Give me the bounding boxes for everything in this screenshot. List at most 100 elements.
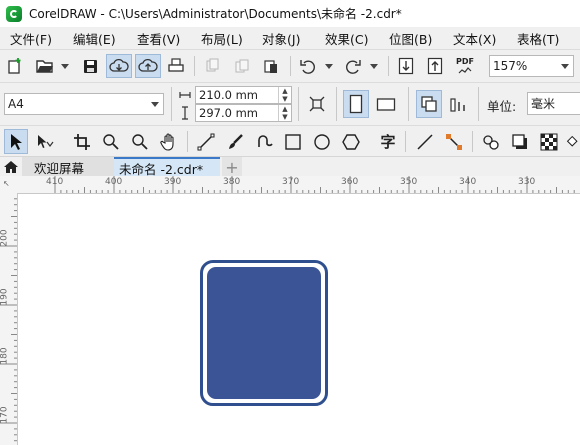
toolbox: 字: [0, 125, 580, 157]
drop-shadow-tool-icon[interactable]: [508, 130, 532, 153]
ruler-label: 170: [0, 406, 10, 424]
add-tab-button[interactable]: +: [222, 157, 242, 177]
cloud-upload-icon[interactable]: [135, 54, 161, 78]
title-bar: CorelDRAW - C:\Users\Administrator\Docum…: [0, 0, 580, 27]
open-dropdown-icon[interactable]: [61, 64, 69, 69]
zoom-level-combo[interactable]: 157%: [489, 55, 574, 77]
page-height-icon: [178, 105, 192, 121]
paste-icon[interactable]: [261, 56, 281, 76]
menu-edit[interactable]: 编辑(E): [73, 29, 116, 48]
export-icon[interactable]: [425, 56, 445, 76]
artistic-media-tool-icon[interactable]: [223, 130, 247, 153]
ruler-label: 360: [341, 177, 359, 187]
separator: [298, 87, 299, 121]
units-label: 单位:: [487, 99, 517, 114]
units-select[interactable]: 毫米: [527, 92, 580, 115]
ruler-label: 400: [105, 177, 123, 187]
zoom-tool-icon[interactable]: [99, 130, 123, 153]
pan-tool-icon[interactable]: [157, 130, 181, 153]
zoom-level-value: 157%: [493, 59, 528, 73]
separator: [171, 87, 172, 121]
ruler-label: 190: [0, 288, 10, 306]
new-document-icon[interactable]: [5, 56, 25, 76]
menu-layout[interactable]: 布局(L): [201, 29, 243, 48]
pen-tool-icon[interactable]: [252, 130, 276, 153]
ruler-label: 340: [459, 177, 477, 187]
width-spinner[interactable]: ▲ ▼: [278, 87, 291, 103]
tab-welcome-screen[interactable]: 欢迎屏幕: [22, 157, 114, 177]
all-pages-icon[interactable]: [416, 90, 442, 118]
redo-icon[interactable]: [342, 56, 364, 76]
menu-bitmaps[interactable]: 位图(B): [389, 29, 432, 48]
menu-file[interactable]: 文件(F): [10, 29, 52, 48]
page-width-field[interactable]: 210.0 mm ▲ ▼: [195, 86, 292, 104]
current-page-icon[interactable]: [446, 90, 472, 118]
import-icon[interactable]: [396, 56, 416, 76]
undo-icon[interactable]: [297, 56, 319, 76]
height-spinner[interactable]: ▲ ▼: [278, 105, 291, 121]
open-folder-icon[interactable]: [34, 56, 56, 76]
separator: [408, 87, 409, 121]
units-value: 毫米: [531, 97, 556, 111]
ruler-label: 380: [223, 177, 241, 187]
page-size-select[interactable]: A4: [4, 93, 164, 115]
page-height-value: 297.0 mm: [199, 106, 258, 120]
ellipse-tool-icon[interactable]: [310, 130, 334, 153]
separator: [405, 131, 406, 152]
fit-page-icon[interactable]: [306, 93, 328, 115]
save-icon[interactable]: [80, 56, 100, 76]
landscape-orientation-button[interactable]: [373, 90, 399, 118]
home-icon[interactable]: [0, 157, 22, 177]
connector-tool-icon[interactable]: [442, 130, 466, 153]
menu-table[interactable]: 表格(T): [517, 29, 559, 48]
parallel-dimension-tool-icon[interactable]: [413, 130, 437, 153]
ruler-corner[interactable]: ↖: [3, 179, 10, 188]
text-tool-icon[interactable]: 字: [376, 130, 400, 153]
tab-welcome-label: 欢迎屏幕: [34, 160, 85, 176]
polygon-tool-icon[interactable]: [339, 130, 363, 153]
pdf-label: PDF: [456, 57, 474, 66]
page-height-field[interactable]: 297.0 mm ▲ ▼: [195, 104, 292, 122]
pick-tool-icon[interactable]: [4, 129, 28, 154]
ruler-label: 330: [518, 177, 536, 187]
cut-icon[interactable]: [202, 56, 222, 76]
ruler-label: 390: [164, 177, 182, 187]
redo-dropdown-icon[interactable]: [370, 64, 378, 69]
separator: [388, 56, 389, 76]
blend-tool-icon[interactable]: [479, 130, 503, 153]
separator: [187, 131, 188, 152]
ruler-label: 350: [400, 177, 418, 187]
cloud-download-icon[interactable]: [106, 54, 132, 78]
chevron-down-icon[interactable]: [557, 56, 573, 76]
menu-text[interactable]: 文本(X): [453, 29, 496, 48]
transparency-tool-icon[interactable]: [537, 130, 561, 153]
print-icon[interactable]: [166, 56, 186, 76]
rounded-rectangle-fill[interactable]: [207, 267, 321, 399]
menu-effects[interactable]: 效果(C): [325, 29, 368, 48]
window-title: CorelDRAW - C:\Users\Administrator\Docum…: [29, 7, 402, 21]
ruler-label: 200: [0, 229, 10, 247]
standard-toolbar: PDF 157%: [0, 49, 580, 82]
tab-document[interactable]: 未命名 -2.cdr*: [114, 157, 220, 177]
menu-object[interactable]: 对象(J): [262, 29, 300, 48]
menu-view[interactable]: 查看(V): [137, 29, 180, 48]
vertical-ruler[interactable]: 200 190 180 170: [0, 193, 18, 445]
document-tab-bar: 欢迎屏幕 未命名 -2.cdr* +: [0, 156, 580, 177]
chevron-down-icon[interactable]: [147, 94, 163, 114]
rounded-rectangle-shape[interactable]: [200, 260, 328, 406]
fill-tool-icon[interactable]: [566, 130, 580, 153]
portrait-orientation-button[interactable]: [343, 90, 369, 118]
freehand-tool-icon[interactable]: [194, 130, 218, 153]
ruler-label: 370: [282, 177, 300, 187]
coreldraw-logo-icon: [6, 5, 22, 22]
horizontal-ruler[interactable]: ↖ 410 400 390 380 370 360 350 340 330: [0, 176, 580, 194]
crop-tool-icon[interactable]: [70, 130, 94, 153]
undo-dropdown-icon[interactable]: [325, 64, 333, 69]
publish-pdf-icon[interactable]: PDF: [453, 54, 477, 78]
tab-document-label: 未命名 -2.cdr*: [119, 161, 204, 177]
rectangle-tool-icon[interactable]: [281, 130, 305, 153]
zoom-out-tool-icon[interactable]: [128, 130, 152, 153]
separator: [478, 87, 479, 121]
copy-icon[interactable]: [232, 56, 252, 76]
shape-tool-icon[interactable]: [33, 130, 57, 153]
